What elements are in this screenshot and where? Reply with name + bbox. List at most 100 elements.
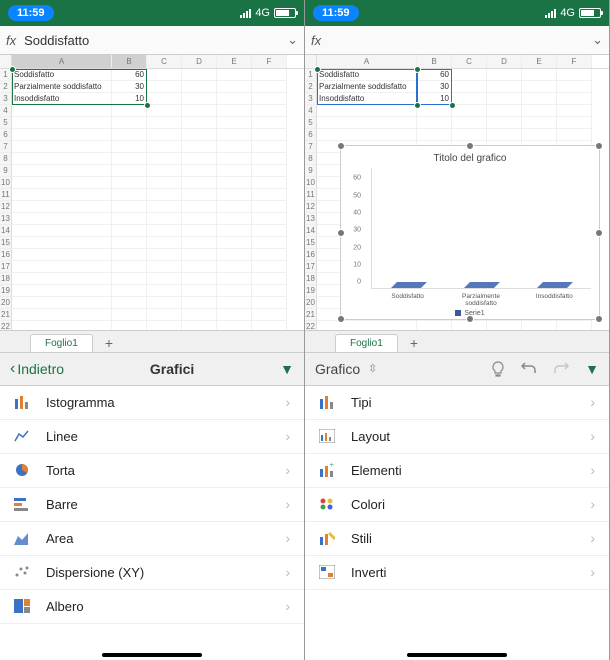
chevron-down-icon[interactable]: ⌄ <box>287 32 298 48</box>
cell[interactable]: 10 <box>417 93 452 105</box>
chevron-right-icon: › <box>285 462 290 478</box>
add-sheet-button[interactable]: + <box>93 335 125 352</box>
sheet-tab[interactable]: Foglio1 <box>30 334 93 352</box>
option-colors[interactable]: Colori› <box>305 488 609 522</box>
elements-icon: + <box>319 463 339 477</box>
chevron-right-icon: › <box>590 394 595 410</box>
cell[interactable]: 30 <box>112 81 147 93</box>
home-indicator[interactable] <box>102 653 202 657</box>
col-header[interactable]: A <box>317 55 417 68</box>
cell[interactable]: 10 <box>112 93 147 105</box>
chevron-right-icon: › <box>590 564 595 580</box>
add-sheet-button[interactable]: + <box>398 335 430 352</box>
col-header[interactable]: F <box>557 55 592 68</box>
option-types[interactable]: Tipi› <box>305 386 609 420</box>
network-label: 4G <box>560 7 575 19</box>
collapse-icon[interactable]: ▼ <box>585 361 599 377</box>
spreadsheet-grid[interactable]: A B C D E F 1Soddisfatto60 2Parzialmente… <box>0 55 304 330</box>
chevron-down-icon[interactable]: ⌄ <box>592 32 603 48</box>
selection-handle[interactable] <box>314 66 321 73</box>
selection-handle[interactable] <box>414 66 421 73</box>
resize-handle[interactable] <box>337 229 345 237</box>
col-header[interactable]: E <box>217 55 252 68</box>
chart-legend: Serie1 <box>341 310 599 317</box>
lightbulb-icon[interactable] <box>491 361 505 377</box>
redo-icon[interactable] <box>553 362 569 376</box>
collapse-icon[interactable]: ▼ <box>280 361 294 377</box>
expand-icon[interactable]: ⇳ <box>368 362 377 375</box>
selection-handle[interactable] <box>144 102 151 109</box>
status-bar: 11:59 4G <box>0 0 304 26</box>
sheet-tab[interactable]: Foglio1 <box>335 334 398 352</box>
cell[interactable]: Insoddisfatto <box>317 93 417 105</box>
panel-title: Grafici <box>64 361 280 377</box>
option-histogram[interactable]: Istogramma› <box>0 386 304 420</box>
treemap-icon <box>14 599 34 613</box>
resize-handle[interactable] <box>466 142 474 150</box>
option-area[interactable]: Area› <box>0 522 304 556</box>
panel-title: Grafico <box>315 361 360 377</box>
resize-handle[interactable] <box>595 142 603 150</box>
x-axis-labels: Soddisfatto Parzialmente soddisfatto Ins… <box>371 293 591 307</box>
undo-icon[interactable] <box>521 362 537 376</box>
option-lines[interactable]: Linee› <box>0 420 304 454</box>
resize-handle[interactable] <box>595 229 603 237</box>
svg-text:+: + <box>329 463 334 469</box>
cell[interactable]: Soddisfatto <box>317 69 417 81</box>
selection-handle[interactable] <box>449 102 456 109</box>
col-header[interactable]: B <box>112 55 147 68</box>
colors-icon <box>319 497 339 511</box>
cell[interactable]: 60 <box>417 69 452 81</box>
option-scatter[interactable]: Dispersione (XY)› <box>0 556 304 590</box>
scatter-chart-icon <box>14 565 34 579</box>
option-styles[interactable]: Stili› <box>305 522 609 556</box>
signal-icon <box>545 9 556 18</box>
chevron-right-icon: › <box>285 564 290 580</box>
spreadsheet-grid[interactable]: A B C D E F 1Soddisfatto60 2Parzialmente… <box>305 55 609 330</box>
embedded-chart[interactable]: Titolo del grafico 0 10 20 30 40 50 60 <box>340 145 600 320</box>
col-header[interactable]: D <box>182 55 217 68</box>
home-indicator[interactable] <box>407 653 507 657</box>
option-tree[interactable]: Albero› <box>0 590 304 624</box>
cell[interactable]: Soddisfatto <box>12 69 112 81</box>
option-pie[interactable]: Torta› <box>0 454 304 488</box>
chevron-right-icon: › <box>285 394 290 410</box>
col-header[interactable]: F <box>252 55 287 68</box>
chevron-right-icon: › <box>590 428 595 444</box>
sheet-tabs: Foglio1 + <box>305 330 609 352</box>
selection-handle[interactable] <box>9 66 16 73</box>
cell[interactable]: Insoddisfatto <box>12 93 112 105</box>
option-elements[interactable]: +Elementi› <box>305 454 609 488</box>
col-header[interactable]: C <box>147 55 182 68</box>
option-bars[interactable]: Barre› <box>0 488 304 522</box>
cell[interactable]: Parzialmente soddisfatto <box>12 81 112 93</box>
cell[interactable]: Parzialmente soddisfatto <box>317 81 417 93</box>
formula-bar[interactable]: fx ⌄ <box>305 26 609 55</box>
chevron-right-icon: › <box>590 530 595 546</box>
back-button[interactable]: ‹Indietro <box>10 360 64 378</box>
area-chart-icon <box>14 531 34 545</box>
layout-icon <box>319 429 339 443</box>
chart-settings-list: Tipi› Layout› +Elementi› Colori› Stili› … <box>305 386 609 660</box>
resize-handle[interactable] <box>337 142 345 150</box>
clock: 11:59 <box>313 5 359 21</box>
panel-header: ‹Indietro Grafici ▼ <box>0 352 304 386</box>
invert-icon <box>319 565 339 579</box>
col-header[interactable]: A <box>12 55 112 68</box>
cell[interactable]: 60 <box>112 69 147 81</box>
option-layout[interactable]: Layout› <box>305 420 609 454</box>
col-header[interactable]: B <box>417 55 452 68</box>
chevron-right-icon: › <box>285 428 290 444</box>
selection-handle[interactable] <box>414 102 421 109</box>
formula-bar[interactable]: fx Soddisfatto ⌄ <box>0 26 304 55</box>
panel-header: Grafico ⇳ ▼ <box>305 352 609 386</box>
col-header[interactable]: D <box>487 55 522 68</box>
network-label: 4G <box>255 7 270 19</box>
col-header[interactable]: E <box>522 55 557 68</box>
formula-input[interactable]: Soddisfatto <box>24 33 287 48</box>
chevron-right-icon: › <box>590 496 595 512</box>
cell[interactable]: 30 <box>417 81 452 93</box>
col-header[interactable]: C <box>452 55 487 68</box>
option-invert[interactable]: Inverti› <box>305 556 609 590</box>
bar-chart-icon <box>14 497 34 511</box>
